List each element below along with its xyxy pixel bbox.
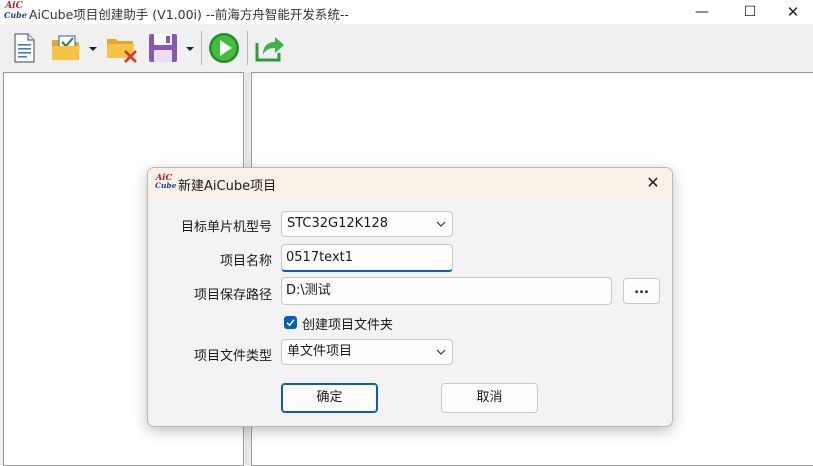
save-icon xyxy=(149,34,177,62)
dialog-title: 新建AiCube项目 xyxy=(178,179,277,194)
save-path-input[interactable]: D:\测试 xyxy=(281,277,612,305)
open-dropdown-arrow-icon[interactable] xyxy=(88,45,98,53)
mcu-model-label: 目标单片机型号 xyxy=(180,220,272,235)
app-window: AiC Cube AiCube项目创建助手 (V1.00i) --前海方舟智能开… xyxy=(0,0,813,466)
dialog-close-button[interactable]: ✕ xyxy=(641,171,665,195)
app-logo: AiC Cube xyxy=(4,2,27,22)
toolbar-separator xyxy=(247,31,248,65)
browse-button[interactable]: ... xyxy=(623,278,660,304)
save-button[interactable] xyxy=(146,31,180,65)
save-dropdown-arrow-icon[interactable] xyxy=(185,45,195,53)
close-window-button[interactable]: ✕ xyxy=(771,0,813,24)
new-project-button[interactable] xyxy=(7,31,41,65)
app-logo-text-bottom: Cube xyxy=(4,10,27,20)
run-button[interactable] xyxy=(207,31,241,65)
close-project-button[interactable] xyxy=(105,31,139,65)
minimize-button[interactable]: — xyxy=(680,0,724,24)
ok-button[interactable]: 确定 xyxy=(281,383,378,413)
toolbar xyxy=(0,25,813,71)
project-name-input[interactable]: 0517text1 xyxy=(281,244,453,272)
open-folder-icon xyxy=(52,35,80,60)
cancel-button[interactable]: 取消 xyxy=(441,383,538,413)
create-folder-label[interactable]: 创建项目文件夹 xyxy=(302,314,393,333)
mcu-model-select[interactable]: STC32G12K128 xyxy=(281,211,453,237)
file-type-select[interactable]: 单文件项目 xyxy=(281,339,453,365)
open-project-button[interactable] xyxy=(49,31,83,65)
checkmark-icon xyxy=(286,319,295,327)
save-path-label: 项目保存路径 xyxy=(193,288,272,303)
file-type-label: 项目文件类型 xyxy=(193,349,272,364)
maximize-button[interactable]: ☐ xyxy=(728,0,772,24)
dialog-title-bar: AiC Cube 新建AiCube项目 ✕ xyxy=(148,168,672,199)
dialog-logo-text-bottom: Cube xyxy=(155,181,177,190)
project-name-label: 项目名称 xyxy=(219,254,272,269)
new-project-dialog: AiC Cube 新建AiCube项目 ✕ 目标单片机型号 STC32G12K1… xyxy=(147,167,673,427)
create-folder-checkbox[interactable] xyxy=(284,316,297,329)
new-document-icon xyxy=(14,33,35,63)
close-project-icon xyxy=(107,39,137,63)
chevron-down-icon xyxy=(436,221,446,227)
toolbar-separator xyxy=(201,31,202,65)
title-bar: AiC Cube AiCube项目创建助手 (V1.00i) --前海方舟智能开… xyxy=(0,0,813,24)
window-title: AiCube项目创建助手 (V1.00i) --前海方舟智能开发系统-- xyxy=(29,7,349,22)
export-icon xyxy=(255,37,284,62)
file-type-value: 单文件项目 xyxy=(287,344,353,359)
chevron-down-icon xyxy=(436,349,446,355)
run-icon xyxy=(209,33,239,63)
dialog-logo: AiC Cube xyxy=(155,174,177,192)
mcu-model-value: STC32G12K128 xyxy=(287,216,389,231)
export-button[interactable] xyxy=(253,31,287,65)
